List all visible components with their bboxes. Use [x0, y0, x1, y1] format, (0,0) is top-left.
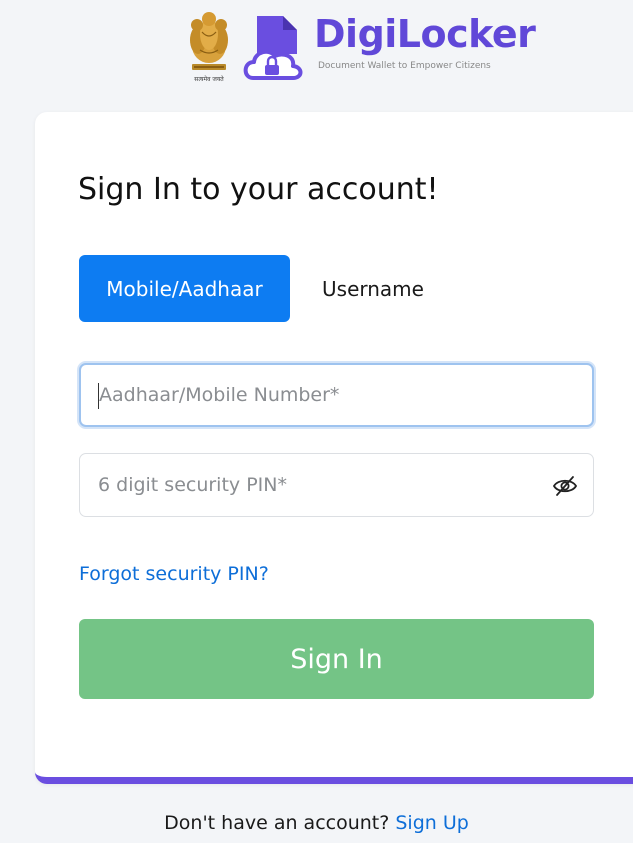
tab-username[interactable]: Username: [303, 255, 443, 322]
emblem-caption: सत्यमेव जयते: [194, 75, 224, 83]
tab-mobile-aadhaar[interactable]: Mobile/Aadhaar: [79, 255, 290, 322]
text-caret: [98, 383, 99, 409]
mobile-number-input[interactable]: [81, 384, 592, 406]
brand-tagline: Document Wallet to Empower Citizens: [318, 61, 491, 71]
security-pin-input[interactable]: [80, 474, 593, 496]
signup-link[interactable]: Sign Up: [395, 812, 468, 834]
digilocker-logo-icon: [243, 16, 303, 80]
signup-prompt-text: Don't have an account?: [164, 812, 390, 834]
page-title: Sign In to your account!: [78, 172, 439, 207]
signin-button[interactable]: Sign In: [79, 619, 594, 699]
brand-name: DigiLocker: [314, 12, 536, 56]
header: सत्यमेव जयते DigiLocker Document Wallet …: [0, 0, 633, 100]
forgot-pin-link[interactable]: Forgot security PIN?: [79, 563, 269, 585]
mobile-number-field-container: [79, 363, 594, 427]
signin-card: Sign In to your account! Mobile/Aadhaar …: [35, 112, 633, 784]
signup-prompt: Don't have an account? Sign Up: [0, 812, 633, 834]
national-emblem-icon: सत्यमेव जयते: [190, 12, 228, 83]
eye-slash-icon[interactable]: [549, 470, 581, 502]
pin-field-container: [79, 453, 594, 517]
